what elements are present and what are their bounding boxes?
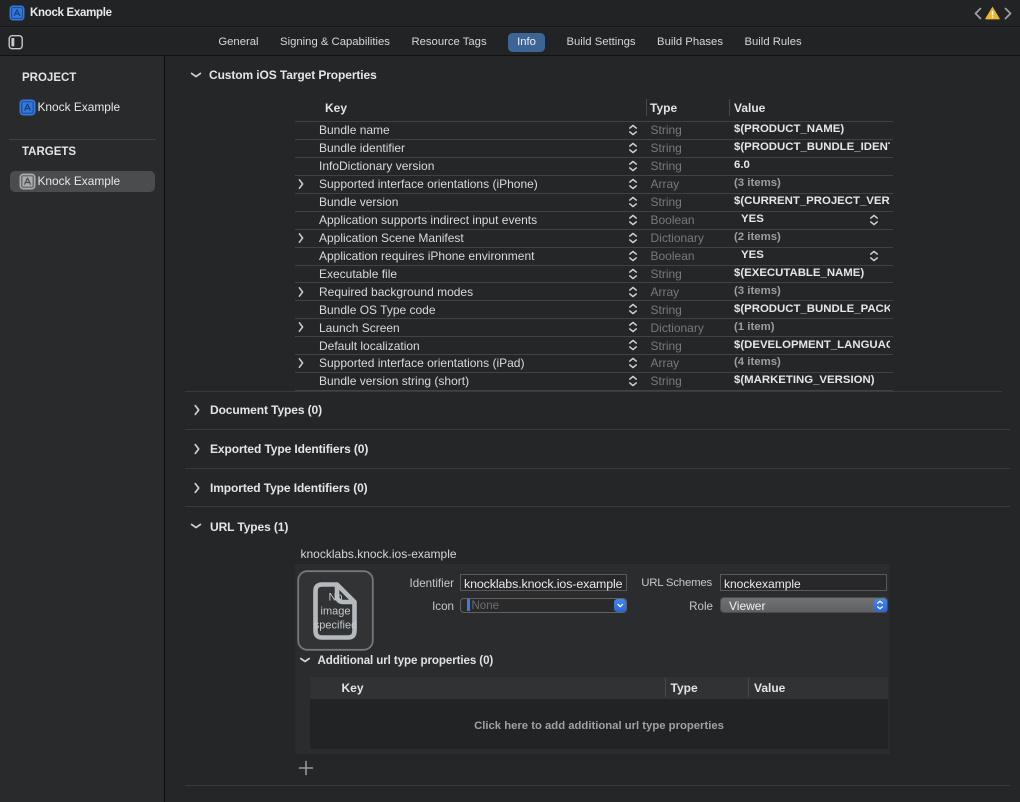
svg-text:specified: specified [313,619,356,631]
svg-text:image: image [320,605,350,617]
svg-text:No: No [328,591,342,603]
